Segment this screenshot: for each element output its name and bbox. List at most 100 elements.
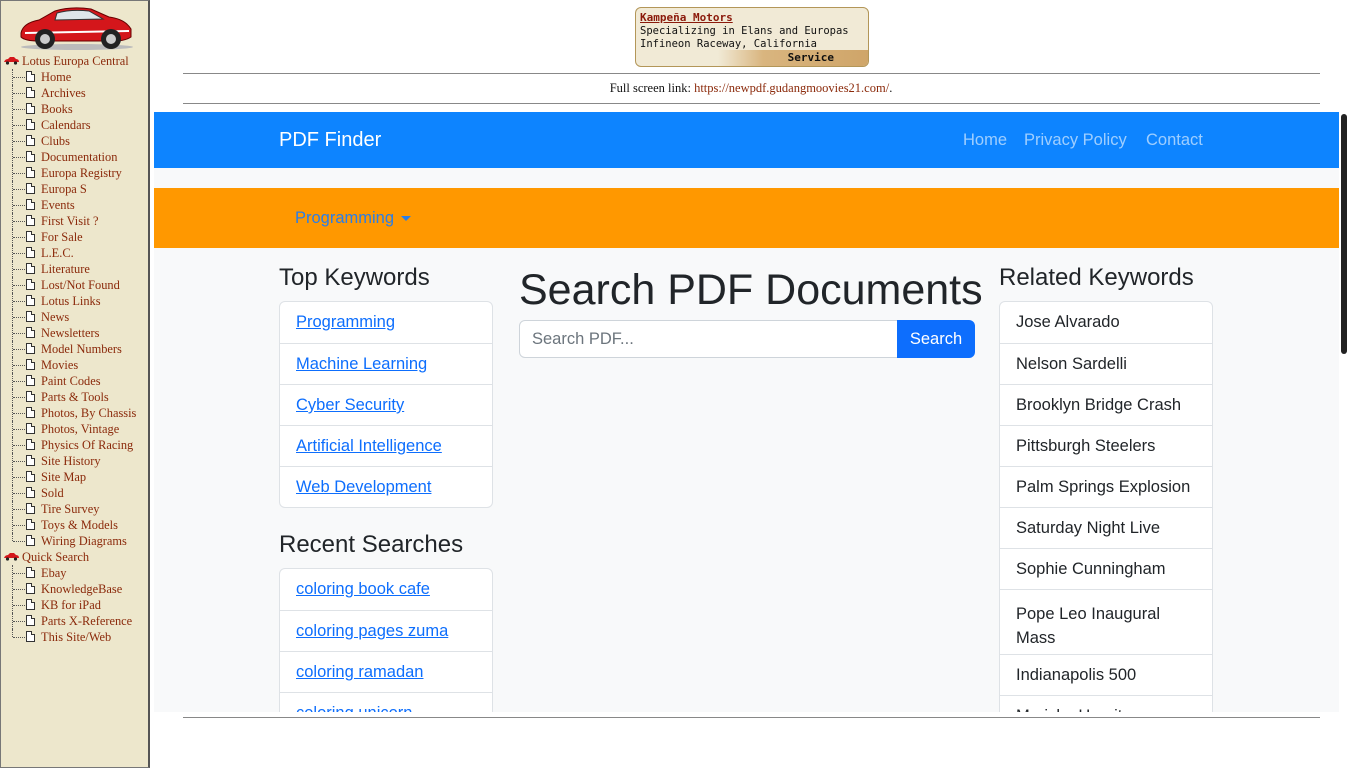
nav-item-label[interactable]: Quick Search bbox=[22, 550, 89, 564]
nav-item-label[interactable]: Photos, Vintage bbox=[41, 422, 119, 436]
top-keyword-link[interactable]: Programming bbox=[280, 302, 492, 343]
nav-item[interactable]: KB for iPad bbox=[3, 597, 148, 613]
nav-item[interactable]: Photos, Vintage bbox=[3, 421, 148, 437]
nav-item[interactable]: Movies bbox=[3, 357, 148, 373]
nav-item[interactable]: Model Numbers bbox=[3, 341, 148, 357]
nav-item-label[interactable]: Site History bbox=[41, 454, 101, 468]
nav-item-label[interactable]: Model Numbers bbox=[41, 342, 122, 356]
nav-item[interactable]: Documentation bbox=[3, 149, 148, 165]
nav-item-label[interactable]: Documentation bbox=[41, 150, 117, 164]
recent-search-link[interactable]: coloring book cafe bbox=[280, 569, 492, 610]
nav-item-label[interactable]: KB for iPad bbox=[41, 598, 101, 612]
nav-item-label[interactable]: Calendars bbox=[41, 118, 91, 132]
nav-item-label[interactable]: Wiring Diagrams bbox=[41, 534, 127, 548]
nav-item[interactable]: Photos, By Chassis bbox=[3, 405, 148, 421]
nav-item[interactable]: L.E.C. bbox=[3, 245, 148, 261]
nav-item[interactable]: News bbox=[3, 309, 148, 325]
top-keyword-link[interactable]: Cyber Security bbox=[280, 384, 492, 425]
ad-title[interactable]: Kampeña Motors bbox=[640, 11, 733, 24]
nav-item[interactable]: For Sale bbox=[3, 229, 148, 245]
nav-item[interactable]: Physics Of Racing bbox=[3, 437, 148, 453]
nav-item[interactable]: Events bbox=[3, 197, 148, 213]
recent-search-link[interactable]: coloring ramadan bbox=[280, 651, 492, 692]
nav-item[interactable]: Lotus Links bbox=[3, 293, 148, 309]
nav-item[interactable]: Literature bbox=[3, 261, 148, 277]
nav-section[interactable]: Lotus Europa Central bbox=[3, 53, 148, 69]
nav-item[interactable]: Lost/Not Found bbox=[3, 277, 148, 293]
nav-item-label[interactable]: Lotus Europa Central bbox=[22, 54, 129, 68]
nav-item-label[interactable]: Events bbox=[41, 198, 75, 212]
nav-item[interactable]: Sold bbox=[3, 485, 148, 501]
related-keyword-item[interactable]: Jose Alvarado bbox=[1000, 302, 1212, 343]
nav-item-label[interactable]: Literature bbox=[41, 262, 90, 276]
nav-item-label[interactable]: KnowledgeBase bbox=[41, 582, 122, 596]
related-keyword-item[interactable]: Saturday Night Live bbox=[1000, 507, 1212, 548]
nav-item-label[interactable]: Parts X-Reference bbox=[41, 614, 132, 628]
category-dropdown[interactable]: Programming bbox=[295, 209, 412, 228]
search-button[interactable]: Search bbox=[897, 320, 975, 358]
nav-contact-link[interactable]: Contact bbox=[1146, 131, 1203, 150]
nav-item-label[interactable]: News bbox=[41, 310, 69, 324]
related-keyword-item[interactable]: Nelson Sardelli bbox=[1000, 343, 1212, 384]
top-keyword-link[interactable]: Artificial Intelligence bbox=[280, 425, 492, 466]
nav-item-label[interactable]: Lost/Not Found bbox=[41, 278, 120, 292]
nav-item[interactable]: Calendars bbox=[3, 117, 148, 133]
related-keyword-item[interactable]: Pittsburgh Steelers bbox=[1000, 425, 1212, 466]
nav-item[interactable]: Parts X-Reference bbox=[3, 613, 148, 629]
top-keyword-link[interactable]: Web Development bbox=[280, 466, 492, 507]
nav-item-label[interactable]: Paint Codes bbox=[41, 374, 101, 388]
top-keyword-link[interactable]: Machine Learning bbox=[280, 343, 492, 384]
nav-home-link[interactable]: Home bbox=[963, 131, 1007, 150]
nav-item-label[interactable]: Photos, By Chassis bbox=[41, 406, 136, 420]
kampena-motors-ad[interactable]: Kampeña Motors Specializing in Elans and… bbox=[635, 7, 869, 67]
nav-item[interactable]: First Visit ? bbox=[3, 213, 148, 229]
nav-item[interactable]: Europa S bbox=[3, 181, 148, 197]
nav-item-label[interactable]: Clubs bbox=[41, 134, 70, 148]
nav-item-label[interactable]: Site Map bbox=[41, 470, 86, 484]
nav-item-label[interactable]: Physics Of Racing bbox=[41, 438, 133, 452]
nav-item[interactable]: Clubs bbox=[3, 133, 148, 149]
nav-item-label[interactable]: Books bbox=[41, 102, 73, 116]
nav-item-label[interactable]: Sold bbox=[41, 486, 64, 500]
nav-item[interactable]: Site History bbox=[3, 453, 148, 469]
nav-section[interactable]: Quick Search bbox=[3, 549, 148, 565]
nav-item-label[interactable]: Parts & Tools bbox=[41, 390, 109, 404]
nav-item-label[interactable]: Toys & Models bbox=[41, 518, 118, 532]
nav-item[interactable]: This Site/Web bbox=[3, 629, 148, 645]
nav-item-label[interactable]: For Sale bbox=[41, 230, 83, 244]
related-keyword-item[interactable]: Mariska Hargitay bbox=[1000, 695, 1212, 712]
nav-item[interactable]: Europa Registry bbox=[3, 165, 148, 181]
nav-item[interactable]: Tire Survey bbox=[3, 501, 148, 517]
nav-privacy-policy-link[interactable]: Privacy Policy bbox=[1024, 131, 1127, 150]
full-screen-link[interactable]: https://newpdf.gudangmoovies21.com/ bbox=[694, 81, 889, 95]
related-keyword-item[interactable]: Sophie Cunningham bbox=[1000, 548, 1212, 589]
car-logo-icon[interactable] bbox=[15, 3, 137, 51]
scrollbar-thumb[interactable] bbox=[1341, 114, 1347, 354]
related-keyword-item[interactable]: Brooklyn Bridge Crash bbox=[1000, 384, 1212, 425]
recent-search-link[interactable]: coloring pages zuma bbox=[280, 610, 492, 651]
nav-item[interactable]: Books bbox=[3, 101, 148, 117]
page-scrollbar[interactable] bbox=[1339, 112, 1349, 712]
related-keyword-item[interactable]: Pope Leo Inaugural Mass bbox=[1000, 589, 1212, 654]
nav-item-label[interactable]: Europa S bbox=[41, 182, 87, 196]
nav-item[interactable]: KnowledgeBase bbox=[3, 581, 148, 597]
nav-item-label[interactable]: First Visit ? bbox=[41, 214, 99, 228]
nav-item-label[interactable]: L.E.C. bbox=[41, 246, 74, 260]
nav-item-label[interactable]: Tire Survey bbox=[41, 502, 99, 516]
brand-link[interactable]: PDF Finder bbox=[279, 129, 381, 152]
related-keyword-item[interactable]: Indianapolis 500 bbox=[1000, 654, 1212, 695]
nav-item[interactable]: Ebay bbox=[3, 565, 148, 581]
related-keyword-item[interactable]: Palm Springs Explosion bbox=[1000, 466, 1212, 507]
nav-item-label[interactable]: Ebay bbox=[41, 566, 66, 580]
search-input[interactable] bbox=[519, 320, 899, 358]
nav-item-label[interactable]: Europa Registry bbox=[41, 166, 122, 180]
nav-item-label[interactable]: Lotus Links bbox=[41, 294, 101, 308]
nav-item[interactable]: Newsletters bbox=[3, 325, 148, 341]
nav-item[interactable]: Toys & Models bbox=[3, 517, 148, 533]
nav-item-label[interactable]: Movies bbox=[41, 358, 78, 372]
nav-item[interactable]: Paint Codes bbox=[3, 373, 148, 389]
nav-item[interactable]: Parts & Tools bbox=[3, 389, 148, 405]
nav-item[interactable]: Site Map bbox=[3, 469, 148, 485]
recent-search-link[interactable]: coloring unicorn bbox=[280, 692, 492, 712]
nav-item-label[interactable]: Newsletters bbox=[41, 326, 100, 340]
